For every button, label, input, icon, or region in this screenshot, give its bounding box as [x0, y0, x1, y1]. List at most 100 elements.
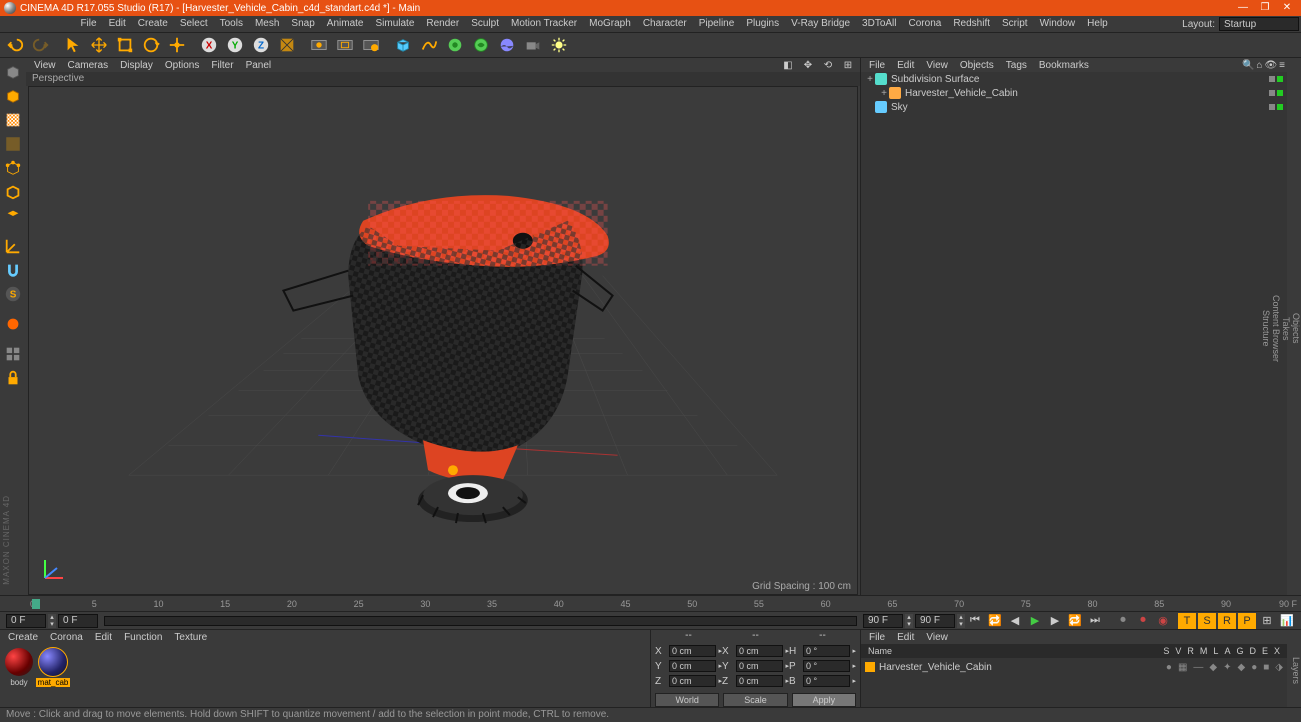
y-axis-lock[interactable]: Y	[223, 33, 247, 57]
expander-icon[interactable]: +	[879, 88, 889, 99]
goto-end[interactable]: ⏭	[1086, 613, 1104, 629]
col-name[interactable]: Name	[865, 646, 1160, 656]
spinner[interactable]: ▸	[852, 677, 856, 685]
size-field[interactable]: 0 cm	[736, 675, 783, 687]
object-row[interactable]: Sky	[861, 100, 1287, 114]
view-nav-icon[interactable]: ⟲	[819, 57, 837, 73]
keyframe-sel[interactable]: ◉	[1154, 613, 1172, 629]
matmenu-texture[interactable]: Texture	[168, 632, 213, 643]
matmenu-function[interactable]: Function	[118, 632, 168, 643]
objmenu-edit[interactable]: Edit	[891, 60, 920, 71]
slider-end-field[interactable]: 90 F	[863, 614, 903, 628]
record-button[interactable]: ⏺	[1114, 613, 1132, 629]
render-dot[interactable]	[1277, 76, 1283, 82]
layer-toggle[interactable]: ◆	[1209, 662, 1217, 673]
z-axis-lock[interactable]: Z	[249, 33, 273, 57]
objmenu-bookmarks[interactable]: Bookmarks	[1033, 60, 1095, 71]
poly-mode[interactable]	[2, 205, 24, 227]
coord-system[interactable]	[275, 33, 299, 57]
layer-row[interactable]: Harvester_Vehicle_Cabin ● ▦ — ◆ ✦ ◆ ● ■ …	[865, 660, 1283, 674]
col-l[interactable]: L	[1210, 646, 1221, 656]
rotate-tool[interactable]	[139, 33, 163, 57]
col-g[interactable]: G	[1233, 646, 1246, 656]
menu-plugins[interactable]: Plugins	[740, 16, 785, 32]
point-mode[interactable]	[2, 157, 24, 179]
pos-key[interactable]: T	[1178, 613, 1196, 629]
rot-field[interactable]: 0 °	[803, 675, 850, 687]
vis-dot[interactable]	[1269, 90, 1275, 96]
eye-icon[interactable]: 👁	[1264, 60, 1277, 71]
layer-toggle[interactable]: ▦	[1178, 662, 1187, 673]
objmenu-file[interactable]: File	[863, 60, 891, 71]
menu-window[interactable]: Window	[1034, 16, 1082, 32]
softselect[interactable]: S	[2, 283, 24, 305]
object-list[interactable]: +Subdivision Surface+Harvester_Vehicle_C…	[861, 72, 1287, 595]
timeline-slider[interactable]	[104, 616, 857, 626]
menu-v-ray-bridge[interactable]: V-Ray Bridge	[785, 16, 856, 32]
loop-button[interactable]: 🔁	[986, 613, 1004, 629]
play-button[interactable]: ▶	[1026, 613, 1044, 629]
col-v[interactable]: V	[1172, 646, 1184, 656]
scale-key[interactable]: S	[1198, 613, 1216, 629]
menu-tools[interactable]: Tools	[214, 16, 249, 32]
col-a[interactable]: A	[1221, 646, 1233, 656]
viewmenu-view[interactable]: View	[28, 60, 62, 71]
menu-mesh[interactable]: Mesh	[249, 16, 285, 32]
object-row[interactable]: +Harvester_Vehicle_Cabin	[861, 86, 1287, 100]
menu-mograph[interactable]: MoGraph	[583, 16, 637, 32]
select-tool[interactable]	[61, 33, 85, 57]
menu-select[interactable]: Select	[174, 16, 214, 32]
move-tool[interactable]	[87, 33, 111, 57]
undo-button[interactable]	[3, 33, 27, 57]
size-field[interactable]: 0 cm	[736, 645, 783, 657]
layer-toggle[interactable]: ⬗	[1275, 662, 1283, 673]
add-environment[interactable]	[495, 33, 519, 57]
menu-simulate[interactable]: Simulate	[369, 16, 420, 32]
layer-toggle[interactable]: ■	[1263, 662, 1269, 673]
col-d[interactable]: D	[1246, 646, 1259, 656]
prev-key[interactable]: ◀	[1006, 613, 1024, 629]
slider-start-field[interactable]: 0 F	[58, 614, 98, 628]
layers-tab[interactable]: Layers	[1291, 653, 1301, 688]
timeline-ruler[interactable]: 051015202530354045505560657075808590 90 …	[0, 595, 1301, 611]
layer-toggle[interactable]: ◆	[1238, 662, 1246, 673]
texture-mode[interactable]	[2, 109, 24, 131]
spinner[interactable]: ▸	[852, 662, 856, 670]
viewport-solo[interactable]	[2, 343, 24, 365]
sidetab-objects[interactable]: Objects	[1291, 309, 1301, 348]
pla-key[interactable]: ⊞	[1258, 613, 1276, 629]
add-deformer[interactable]	[469, 33, 493, 57]
menu-motion-tracker[interactable]: Motion Tracker	[505, 16, 583, 32]
edge-mode[interactable]	[2, 181, 24, 203]
rot-field[interactable]: 0 °	[803, 645, 850, 657]
param-key[interactable]: P	[1238, 613, 1256, 629]
next-key[interactable]: ▶	[1046, 613, 1064, 629]
layout-dropdown[interactable]: Startup	[1219, 17, 1299, 31]
view-nav-icon[interactable]: ◧	[779, 57, 797, 73]
menu-animate[interactable]: Animate	[321, 16, 370, 32]
pos-field[interactable]: 0 cm	[669, 660, 716, 672]
viewmenu-cameras[interactable]: Cameras	[62, 60, 115, 71]
objmenu-view[interactable]: View	[920, 60, 954, 71]
menu-redshift[interactable]: Redshift	[947, 16, 996, 32]
objmenu-tags[interactable]: Tags	[1000, 60, 1033, 71]
matmenu-edit[interactable]: Edit	[89, 632, 118, 643]
col-s[interactable]: S	[1160, 646, 1172, 656]
col-e[interactable]: E	[1259, 646, 1271, 656]
scale-tool[interactable]	[113, 33, 137, 57]
locked-icon[interactable]	[2, 367, 24, 389]
next-frame[interactable]: 🔁	[1066, 613, 1084, 629]
add-spline[interactable]	[417, 33, 441, 57]
rot-field[interactable]: 0 °	[803, 660, 850, 672]
sidetab-structure[interactable]: Structure	[1261, 306, 1271, 351]
add-generator[interactable]	[443, 33, 467, 57]
minimize-button[interactable]: —	[1233, 2, 1253, 14]
viewmenu-panel[interactable]: Panel	[240, 60, 278, 71]
sidetab-content-browser[interactable]: Content Browser	[1271, 291, 1281, 366]
render-dot[interactable]	[1277, 104, 1283, 110]
timeline-playhead[interactable]	[32, 599, 40, 609]
end-frame-field[interactable]: 90 F	[915, 614, 955, 628]
3d-viewport[interactable]: Grid Spacing : 100 cm	[28, 86, 858, 595]
spinner[interactable]: ▸	[852, 647, 856, 655]
vis-dot[interactable]	[1269, 76, 1275, 82]
